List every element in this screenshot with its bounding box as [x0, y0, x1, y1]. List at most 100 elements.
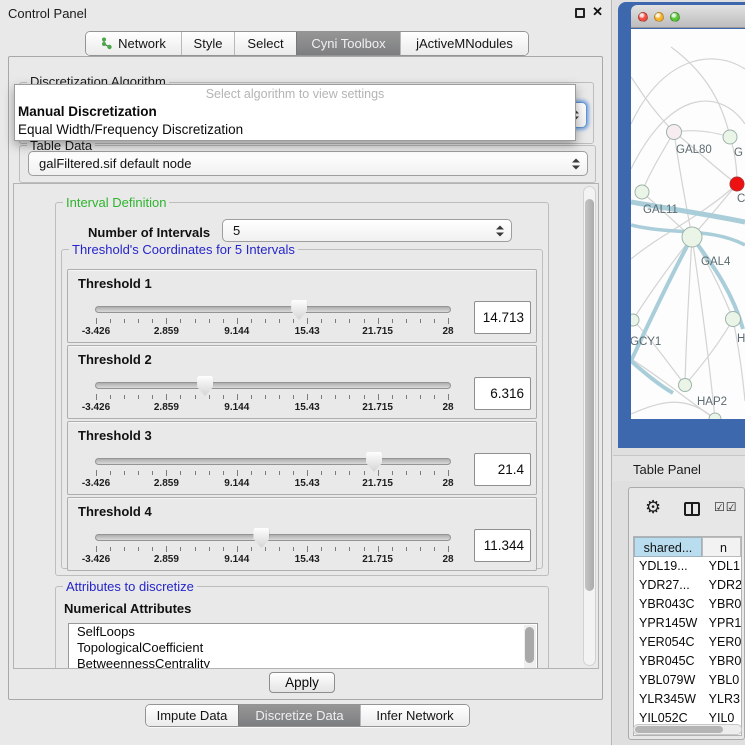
- zoom-traffic-light[interactable]: [670, 12, 680, 22]
- network-canvas[interactable]: GAL80 G C GAL11 GAL4 GCY1 H HAP2: [631, 29, 745, 419]
- cell-shared-name[interactable]: YBR043C: [634, 595, 704, 614]
- table-horizontal-scrollbar[interactable]: [633, 724, 742, 735]
- close-icon[interactable]: ✕: [592, 4, 603, 20]
- attributes-group: Attributes to discretize Numerical Attri…: [55, 586, 549, 669]
- node-g[interactable]: [723, 130, 737, 144]
- cell-shared-name[interactable]: YLR345W: [634, 690, 704, 709]
- number-of-intervals-value: 5: [233, 223, 240, 238]
- cell-shared-name[interactable]: YER054C: [634, 633, 704, 652]
- algorithm-option-manual[interactable]: Manual Discretization: [15, 102, 575, 120]
- node-gal80[interactable]: [667, 125, 682, 140]
- slider-thumb[interactable]: [291, 300, 307, 320]
- scrollbar-thumb[interactable]: [585, 199, 594, 591]
- numerical-attributes-list[interactable]: SelfLoopsTopologicalCoefficientBetweenne…: [68, 623, 538, 669]
- table-data-combo[interactable]: galFiltered.sif default node: [28, 151, 588, 176]
- column-header-name[interactable]: n: [702, 537, 741, 557]
- cell-shared-name[interactable]: YDL19...: [634, 557, 704, 576]
- cell-name[interactable]: YBR0: [704, 652, 741, 671]
- node-gal11[interactable]: [635, 185, 649, 199]
- table-toolbar: ⚙ ☑☑: [629, 488, 744, 534]
- float-icon[interactable]: [575, 8, 585, 18]
- gear-icon[interactable]: ⚙: [645, 497, 661, 518]
- cell-shared-name[interactable]: YPR145W: [634, 614, 704, 633]
- table-row[interactable]: YLR345WYLR3: [634, 690, 741, 709]
- tick-label: 21.715: [362, 402, 393, 413]
- tick-mark: [96, 546, 97, 552]
- table-row[interactable]: YPR145WYPR1: [634, 614, 741, 633]
- cell-name[interactable]: YDL1: [704, 557, 741, 576]
- cell-name[interactable]: YLR3: [704, 690, 741, 709]
- cell-name[interactable]: YBR0: [704, 595, 741, 614]
- scrollbar-thumb[interactable]: [635, 726, 723, 733]
- tab-jactivemnodules[interactable]: jActiveMNodules: [400, 32, 528, 55]
- tick-mark: [195, 319, 196, 323]
- algorithm-option-equal-width[interactable]: Equal Width/Frequency Discretization: [15, 120, 575, 138]
- close-traffic-light[interactable]: [638, 12, 648, 22]
- table-row[interactable]: YBL079WYBL0: [634, 671, 741, 690]
- numerical-attributes-label: Numerical Attributes: [64, 601, 191, 616]
- settings-vertical-scrollbar[interactable]: [583, 186, 596, 666]
- node-hap2[interactable]: [679, 379, 692, 392]
- tab-discretize-data[interactable]: Discretize Data: [238, 705, 360, 726]
- threshold-3-slider[interactable]: -3.4262.8599.14415.4321.71528: [95, 454, 451, 492]
- slider-track[interactable]: [95, 306, 451, 313]
- attribute-list-item[interactable]: BetweennessCentrality: [69, 656, 537, 669]
- tab-impute-data[interactable]: Impute Data: [146, 705, 238, 726]
- cell-name[interactable]: YER0: [704, 633, 741, 652]
- thresholds-group-title: Threshold's Coordinates for 5 Intervals: [69, 242, 298, 257]
- table-row[interactable]: YDL19...YDL1: [634, 557, 741, 576]
- tick-mark: [110, 395, 111, 399]
- tab-infer-network[interactable]: Infer Network: [360, 705, 469, 726]
- table-row[interactable]: YBR043CYBR0: [634, 595, 741, 614]
- attribute-list-item[interactable]: SelfLoops: [69, 624, 537, 640]
- tick-mark: [434, 319, 435, 323]
- threshold-2-value[interactable]: [474, 377, 531, 410]
- slider-thumb[interactable]: [366, 452, 382, 472]
- tab-cyni-toolbox[interactable]: Cyni Toolbox: [296, 32, 400, 55]
- slider-thumb[interactable]: [197, 376, 213, 396]
- checkbox-icons[interactable]: ☑☑: [714, 500, 738, 514]
- node-red[interactable]: [730, 177, 744, 191]
- node-h[interactable]: [726, 312, 741, 327]
- cell-shared-name[interactable]: YBR045C: [634, 652, 704, 671]
- node-table: shared... n YDL19...YDL1YDR27...YDR2YBR0…: [633, 536, 742, 736]
- label-hap2: HAP2: [697, 396, 727, 408]
- number-of-intervals-combo[interactable]: 5: [222, 219, 512, 242]
- node-gcy1[interactable]: [631, 314, 639, 326]
- tick-mark: [434, 395, 435, 399]
- threshold-1-slider[interactable]: -3.4262.8599.14415.4321.71528: [95, 302, 451, 340]
- threshold-3-value[interactable]: [474, 453, 531, 486]
- tick-mark: [364, 471, 365, 475]
- threshold-1-value[interactable]: [474, 301, 531, 334]
- slider-track[interactable]: [95, 458, 451, 465]
- tab-style[interactable]: Style: [181, 32, 234, 55]
- threshold-4-slider[interactable]: -3.4262.8599.14415.4321.71528: [95, 530, 451, 568]
- cell-shared-name[interactable]: YBL079W: [634, 671, 704, 690]
- column-header-shared-name[interactable]: shared...: [634, 537, 702, 557]
- tick-mark: [96, 394, 97, 400]
- tick-mark: [293, 471, 294, 475]
- columns-icon[interactable]: [684, 502, 700, 516]
- node-gal4[interactable]: [682, 227, 702, 247]
- apply-button[interactable]: Apply: [269, 672, 335, 693]
- tab-network[interactable]: Network: [86, 32, 181, 55]
- threshold-2-slider[interactable]: -3.4262.8599.14415.4321.71528: [95, 378, 451, 416]
- threshold-4-value[interactable]: [474, 529, 531, 562]
- slider-track[interactable]: [95, 534, 451, 541]
- cell-name[interactable]: YDR2: [704, 576, 741, 595]
- attribute-list-item[interactable]: TopologicalCoefficient: [69, 640, 537, 656]
- table-row[interactable]: YBR045CYBR0: [634, 652, 741, 671]
- minimize-traffic-light[interactable]: [654, 12, 664, 22]
- slider-tick-labels: -3.4262.8599.14415.4321.71528: [96, 554, 448, 565]
- node-partial[interactable]: [709, 413, 721, 419]
- cell-shared-name[interactable]: YDR27...: [634, 576, 704, 595]
- tab-select[interactable]: Select: [234, 32, 296, 55]
- table-row[interactable]: YDR27...YDR2: [634, 576, 741, 595]
- attributes-scrollbar[interactable]: [524, 625, 536, 669]
- slider-track[interactable]: [95, 382, 451, 389]
- cell-name[interactable]: YBL0: [704, 671, 741, 690]
- table-row[interactable]: YER054CYER0: [634, 633, 741, 652]
- slider-thumb[interactable]: [253, 528, 269, 548]
- scrollbar-thumb[interactable]: [525, 627, 534, 663]
- cell-name[interactable]: YPR1: [704, 614, 741, 633]
